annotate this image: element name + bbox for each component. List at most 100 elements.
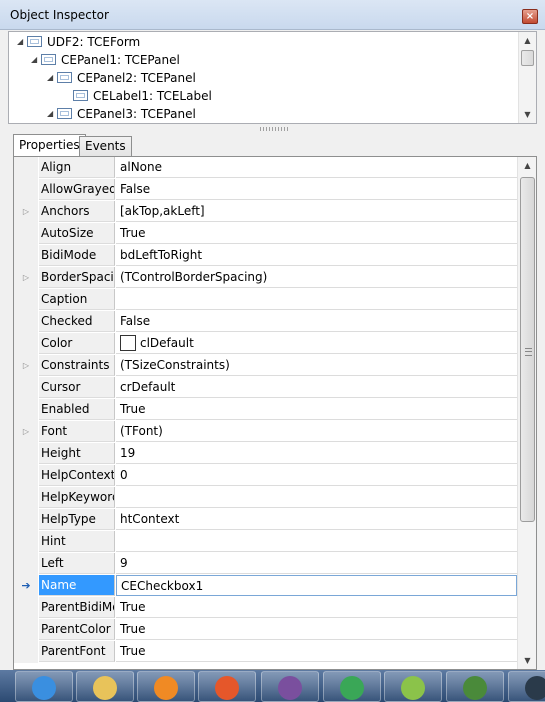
- taskbar-button[interactable]: [137, 671, 195, 702]
- taskbar-button[interactable]: [323, 671, 381, 702]
- property-name[interactable]: Align: [39, 157, 115, 178]
- property-row-name[interactable]: ➔ Name CECheckbox1: [14, 575, 517, 597]
- tree-node[interactable]: ◢ CEPanel3: TCEPanel: [47, 105, 196, 123]
- name-value-input[interactable]: CECheckbox1: [116, 575, 517, 596]
- splitter-grip[interactable]: [260, 127, 290, 131]
- property-value[interactable]: [116, 531, 517, 552]
- property-value[interactable]: [116, 289, 517, 310]
- scroll-up-arrow-icon[interactable]: ▲: [518, 157, 536, 174]
- property-name[interactable]: Hint: [39, 531, 115, 552]
- property-row-borderspacing[interactable]: ▷BorderSpacing (TControlBorderSpacing): [14, 267, 517, 289]
- taskbar-button[interactable]: [198, 671, 256, 702]
- property-value[interactable]: bdLeftToRight: [116, 245, 517, 266]
- property-value[interactable]: (TFont): [116, 421, 517, 442]
- property-value[interactable]: True: [116, 223, 517, 244]
- property-name[interactable]: HelpContext: [39, 465, 115, 486]
- property-row-helptype[interactable]: HelpType htContext: [14, 509, 517, 531]
- property-row-height[interactable]: Height 19: [14, 443, 517, 465]
- close-icon[interactable]: ×: [522, 9, 538, 24]
- expand-icon[interactable]: ▷: [14, 421, 38, 443]
- taskbar-button[interactable]: [15, 671, 73, 702]
- property-value[interactable]: 0: [116, 465, 517, 486]
- property-name[interactable]: Enabled: [39, 399, 115, 420]
- tree-node[interactable]: CELabel1: TCELabel: [63, 87, 212, 105]
- property-name[interactable]: Anchors: [39, 201, 115, 222]
- color-swatch[interactable]: [120, 334, 136, 351]
- property-value[interactable]: False: [116, 179, 517, 200]
- property-name[interactable]: BidiMode: [39, 245, 115, 266]
- property-row-checked[interactable]: Checked False: [14, 311, 517, 333]
- tab-properties[interactable]: Properties: [13, 134, 86, 157]
- property-name[interactable]: BorderSpacing: [39, 267, 115, 288]
- property-name[interactable]: HelpKeyword: [39, 487, 115, 508]
- property-value[interactable]: [116, 487, 517, 508]
- property-row-parentbidimode[interactable]: ParentBidiMode True: [14, 597, 517, 619]
- property-row-autosize[interactable]: AutoSize True: [14, 223, 517, 245]
- taskbar-button[interactable]: [76, 671, 134, 702]
- scroll-thumb[interactable]: [521, 50, 534, 66]
- property-row-bidimode[interactable]: BidiMode bdLeftToRight: [14, 245, 517, 267]
- property-row-color[interactable]: Color clDefault: [14, 333, 517, 355]
- property-row-helpkeyword[interactable]: HelpKeyword: [14, 487, 517, 509]
- property-row-allowgrayed[interactable]: AllowGrayed False: [14, 179, 517, 201]
- property-name[interactable]: Constraints: [39, 355, 115, 376]
- property-name[interactable]: Left: [39, 553, 115, 574]
- property-value[interactable]: True: [116, 399, 517, 420]
- property-name[interactable]: AutoSize: [39, 223, 115, 244]
- property-name[interactable]: Name: [39, 575, 115, 596]
- property-name[interactable]: ParentFont: [39, 641, 115, 662]
- property-row-left[interactable]: Left 9: [14, 553, 517, 575]
- scroll-down-arrow-icon[interactable]: ▼: [518, 652, 536, 669]
- property-name[interactable]: Cursor: [39, 377, 115, 398]
- property-name[interactable]: Checked: [39, 311, 115, 332]
- property-value[interactable]: clDefault: [116, 333, 517, 354]
- expand-icon[interactable]: ▷: [14, 201, 38, 223]
- scroll-up-arrow-icon[interactable]: ▲: [519, 32, 536, 49]
- property-name[interactable]: ParentBidiMode: [39, 597, 115, 618]
- property-row-cursor[interactable]: Cursor crDefault: [14, 377, 517, 399]
- tree-node[interactable]: ◢ CEPanel1: TCEPanel: [31, 51, 180, 69]
- property-name[interactable]: AllowGrayed: [39, 179, 115, 200]
- property-value[interactable]: alNone: [116, 157, 517, 178]
- property-row-anchors[interactable]: ▷ Anchors [akTop,akLeft]: [14, 201, 517, 223]
- scroll-down-arrow-icon[interactable]: ▼: [519, 106, 536, 123]
- component-tree[interactable]: ◢ UDF2: TCEForm ◢ CEPanel1: TCEPanel ◢ CEPa…: [8, 31, 537, 124]
- property-value[interactable]: (TControlBorderSpacing): [116, 267, 517, 288]
- property-row-constraints[interactable]: ▷ Constraints (TSizeConstraints): [14, 355, 517, 377]
- property-value[interactable]: True: [116, 619, 517, 640]
- tab-events[interactable]: Events: [79, 136, 132, 156]
- expand-icon[interactable]: ▷: [14, 267, 38, 289]
- collapse-icon[interactable]: ◢: [47, 69, 57, 87]
- property-row-align[interactable]: Align alNone: [14, 157, 517, 179]
- property-value[interactable]: 9: [116, 553, 517, 574]
- property-name[interactable]: ParentColor: [39, 619, 115, 640]
- property-row-caption[interactable]: Caption: [14, 289, 517, 311]
- property-row-parentcolor[interactable]: ParentColor True: [14, 619, 517, 641]
- property-row-helpcontext[interactable]: HelpContext 0: [14, 465, 517, 487]
- scroll-thumb[interactable]: [520, 177, 535, 522]
- taskbar-button[interactable]: [384, 671, 442, 702]
- property-value[interactable]: crDefault: [116, 377, 517, 398]
- property-value[interactable]: False: [116, 311, 517, 332]
- grid-scrollbar[interactable]: ▲ ▼: [517, 157, 536, 669]
- property-name[interactable]: Font: [39, 421, 115, 442]
- property-name[interactable]: Height: [39, 443, 115, 464]
- property-name[interactable]: Color: [39, 333, 115, 354]
- property-row-enabled[interactable]: Enabled True: [14, 399, 517, 421]
- tree-node[interactable]: ◢ UDF2: TCEForm: [17, 33, 140, 51]
- taskbar-button[interactable]: [261, 671, 319, 702]
- property-value[interactable]: True: [116, 641, 517, 662]
- property-value[interactable]: True: [116, 597, 517, 618]
- property-name[interactable]: Caption: [39, 289, 115, 310]
- property-row-parentfont[interactable]: ParentFont True: [14, 641, 517, 663]
- taskbar-button[interactable]: [446, 671, 504, 702]
- property-value[interactable]: (TSizeConstraints): [116, 355, 517, 376]
- property-value[interactable]: htContext: [116, 509, 517, 530]
- property-row-font[interactable]: ▷ Font (TFont): [14, 421, 517, 443]
- collapse-icon[interactable]: ◢: [31, 51, 41, 69]
- tree-node[interactable]: ◢ CEPanel2: TCEPanel: [47, 69, 196, 87]
- expand-icon[interactable]: ▷: [14, 355, 38, 377]
- taskbar-button[interactable]: [508, 671, 545, 702]
- tree-scrollbar[interactable]: ▲ ▼: [518, 32, 536, 123]
- property-value[interactable]: [akTop,akLeft]: [116, 201, 517, 222]
